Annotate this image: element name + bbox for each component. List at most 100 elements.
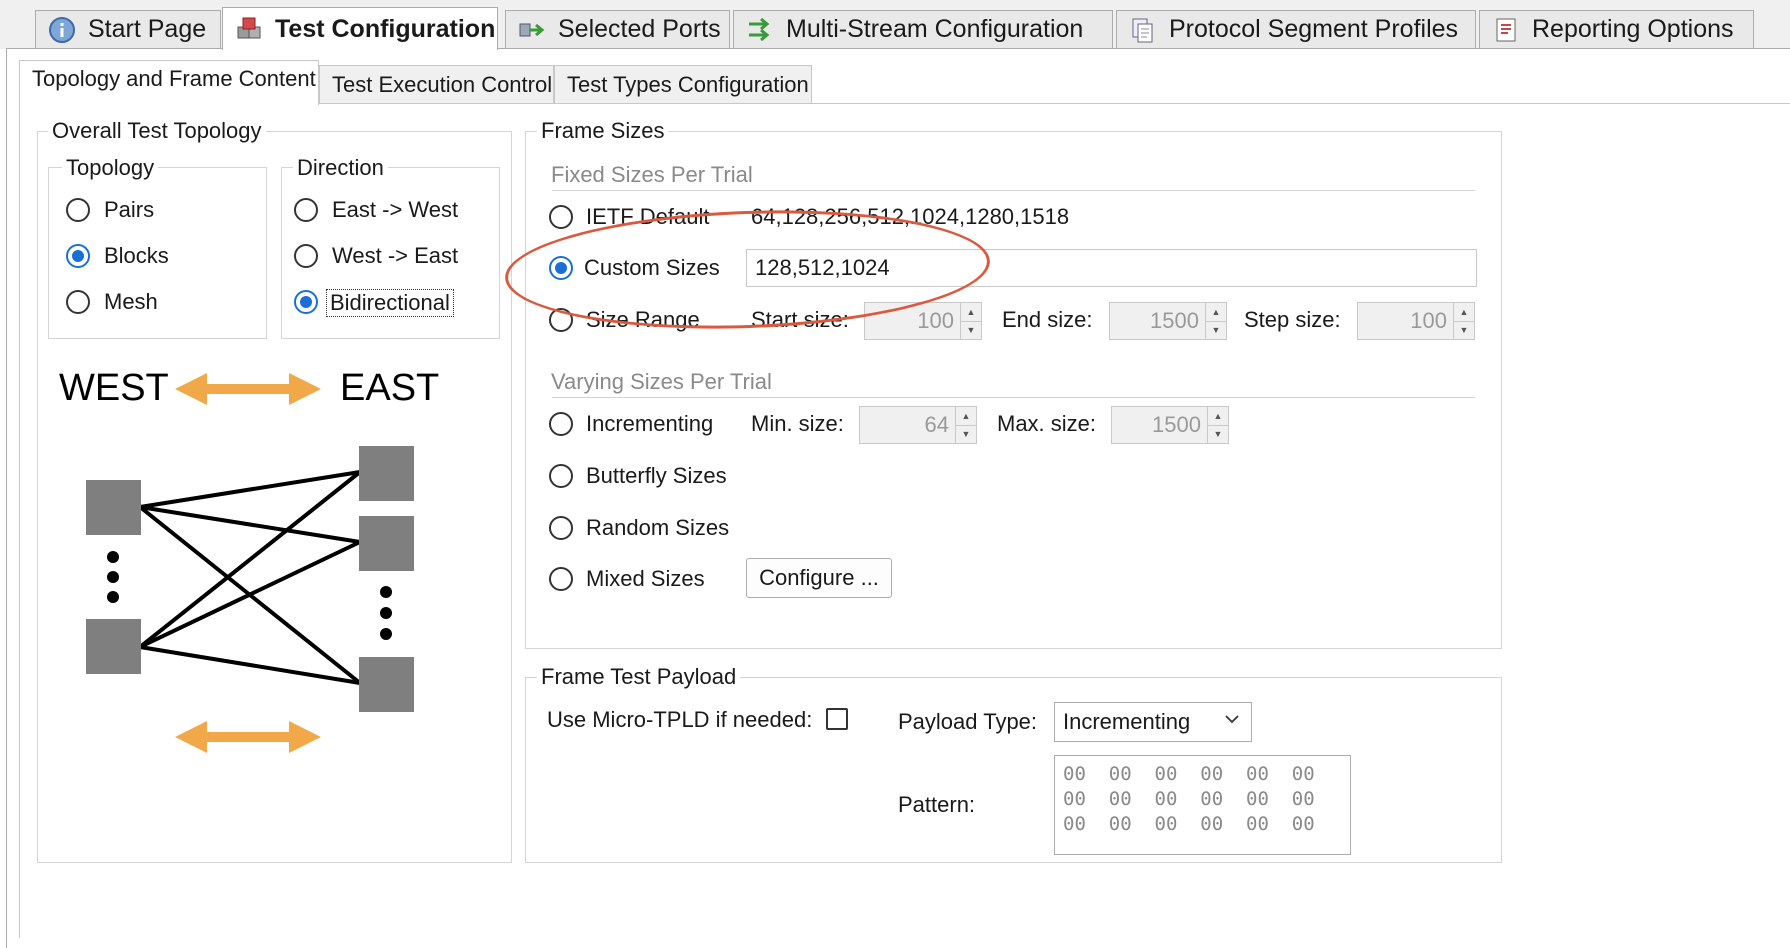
incrementing-radio[interactable] (549, 412, 573, 436)
tab-label: Start Page (88, 15, 207, 43)
subtab-label: Test Types Configuration (567, 71, 809, 97)
spin-up-icon[interactable]: ▲ (956, 407, 976, 426)
multi-stream-icon (749, 17, 770, 41)
ietf-default-radio[interactable] (549, 205, 573, 229)
payload-type-select[interactable]: Incrementing (1054, 702, 1252, 742)
size-range-radio[interactable] (549, 308, 573, 332)
micro-tpld-checkbox[interactable] (826, 708, 848, 730)
direction-title: Direction (293, 155, 388, 181)
step-size-value: 100 (1410, 308, 1447, 333)
tab-label: Reporting Options (1532, 15, 1734, 43)
min-size-spinner[interactable]: 64 ▲ ▼ (859, 406, 977, 444)
payload-type-label: Payload Type: (898, 709, 1038, 734)
micro-tpld-label: Use Micro-TPLD if needed: (547, 707, 813, 732)
cubes-icon (237, 17, 261, 39)
start-size-value: 100 (917, 308, 954, 333)
step-size-label: Step size: (1244, 307, 1341, 332)
end-size-label: End size: (1002, 307, 1093, 332)
report-icon (1496, 18, 1516, 41)
butterfly-sizes-radio[interactable] (549, 464, 573, 488)
pattern-label: Pattern: (898, 792, 976, 817)
pattern-row: 00 00 00 00 00 00 (1063, 788, 1315, 810)
min-size-label: Min. size: (751, 411, 844, 436)
tab-label: Multi-Stream Configuration (786, 15, 1084, 43)
topology-diagram: WEST EAST (47, 356, 447, 764)
east-node-1 (359, 446, 414, 501)
east-label: EAST (340, 367, 439, 409)
tab-selected-ports[interactable]: Selected Ports (505, 10, 730, 48)
configure-mixed-sizes-button[interactable]: Configure ... (746, 558, 892, 598)
topology-pairs-radio[interactable] (66, 198, 90, 222)
subtab-topology-and-frame-content[interactable]: Topology and Frame Content (19, 60, 319, 105)
tab-multi-stream-configuration[interactable]: Multi-Stream Configuration (733, 10, 1113, 48)
pattern-row: 00 00 00 00 00 00 (1063, 813, 1315, 835)
east-node-2 (359, 516, 414, 571)
direction-bidirectional-radio[interactable] (294, 290, 318, 314)
subtab-label: Topology and Frame Content (32, 66, 316, 91)
ports-icon (519, 23, 545, 36)
info-icon (49, 16, 75, 43)
spin-up-icon[interactable]: ▲ (1208, 407, 1228, 426)
max-size-spinner[interactable]: 1500 ▲ ▼ (1111, 406, 1229, 444)
topology-title: Topology (62, 155, 159, 181)
size-range-label: Size Range (586, 307, 700, 332)
overall-test-topology-title: Overall Test Topology (48, 118, 266, 144)
ietf-default-value: 64,128,256,512,1024,1280,1518 (751, 204, 1070, 229)
max-size-label: Max. size: (997, 411, 1097, 436)
tab-label: Protocol Segment Profiles (1169, 15, 1459, 43)
fixed-sizes-separator (552, 190, 1475, 191)
direction-east-west-label: East -> West (332, 197, 459, 222)
pattern-row: 00 00 00 00 00 00 (1063, 763, 1315, 785)
spin-up-icon[interactable]: ▲ (1206, 303, 1226, 322)
custom-sizes-radio[interactable] (549, 256, 573, 280)
pattern-input[interactable]: 00 00 00 00 00 00 00 00 00 00 00 00 00 0… (1054, 755, 1351, 855)
configure-button-label: Configure ... (759, 565, 879, 590)
west-node-1 (86, 480, 141, 535)
varying-sizes-separator (552, 397, 1475, 398)
tab-test-configuration[interactable]: Test Configuration (222, 7, 498, 50)
spin-down-icon[interactable]: ▼ (961, 322, 981, 340)
frame-sizes-title: Frame Sizes (537, 118, 669, 144)
west-node-2 (86, 619, 141, 674)
random-sizes-radio[interactable] (549, 516, 573, 540)
incrementing-label: Incrementing (586, 411, 714, 436)
topology-blocks-radio[interactable] (66, 244, 90, 268)
direction-west-east-label: West -> East (332, 243, 459, 268)
payload-type-value: Incrementing (1063, 709, 1191, 734)
step-size-spinner[interactable]: 100 ▲ ▼ (1357, 302, 1475, 340)
ietf-default-label: IETF Default (586, 204, 710, 229)
start-size-label: Start size: (751, 307, 849, 332)
topology-mesh-radio[interactable] (66, 290, 90, 314)
fixed-sizes-title: Fixed Sizes Per Trial (551, 162, 753, 188)
spin-down-icon[interactable]: ▼ (956, 426, 976, 444)
end-size-spinner[interactable]: 1500 ▲ ▼ (1109, 302, 1227, 340)
frame-test-payload-title: Frame Test Payload (537, 664, 741, 690)
direction-west-east-radio[interactable] (294, 244, 318, 268)
spin-down-icon[interactable]: ▼ (1208, 426, 1228, 444)
topology-pairs-label: Pairs (104, 197, 155, 222)
mixed-sizes-radio[interactable] (549, 567, 573, 591)
tab-protocol-segment-profiles[interactable]: Protocol Segment Profiles (1116, 10, 1476, 48)
max-size-value: 1500 (1152, 412, 1201, 437)
varying-sizes-title: Varying Sizes Per Trial (551, 369, 772, 395)
butterfly-sizes-label: Butterfly Sizes (586, 463, 727, 488)
topology-mesh-label: Mesh (104, 289, 158, 314)
subtab-label: Test Execution Control (332, 71, 553, 97)
subtab-test-types-configuration[interactable]: Test Types Configuration (554, 65, 812, 103)
custom-sizes-input[interactable]: 128,512,1024 (746, 249, 1477, 287)
subtab-test-execution-control[interactable]: Test Execution Control (319, 65, 554, 103)
custom-sizes-value: 128,512,1024 (755, 255, 890, 280)
spin-up-icon[interactable]: ▲ (961, 303, 981, 322)
direction-east-west-radio[interactable] (294, 198, 318, 222)
spin-down-icon[interactable]: ▼ (1206, 322, 1226, 340)
spin-up-icon[interactable]: ▲ (1454, 303, 1474, 322)
start-size-spinner[interactable]: 100 ▲ ▼ (864, 302, 982, 340)
tab-label: Test Configuration (275, 14, 496, 43)
spin-down-icon[interactable]: ▼ (1454, 322, 1474, 340)
mixed-sizes-label: Mixed Sizes (586, 566, 705, 591)
tab-start-page[interactable]: Start Page (35, 10, 221, 48)
chevron-down-icon (1225, 715, 1239, 724)
min-size-value: 64 (924, 412, 949, 437)
pages-icon (1132, 18, 1153, 42)
tab-reporting-options[interactable]: Reporting Options (1479, 10, 1754, 48)
